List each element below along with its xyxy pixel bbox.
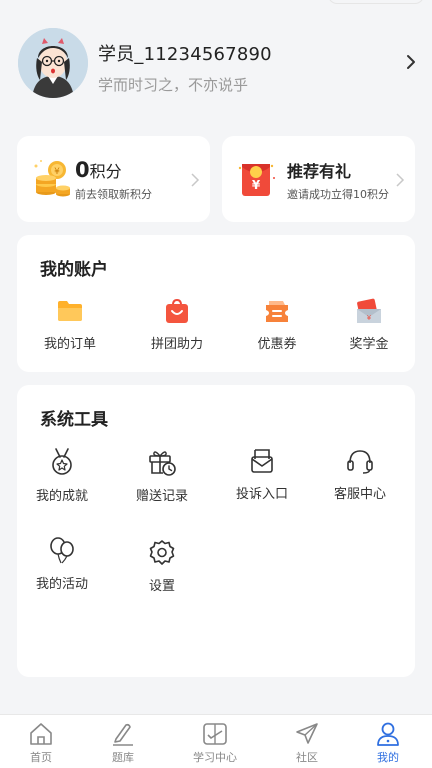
tools-card: 系统工具 我的成就 赠送记录 投诉入口 客服中心 我的活动 设置: [17, 385, 415, 677]
home-icon: [30, 723, 52, 745]
customer-service-label: 客服中心: [333, 487, 386, 502]
group-buy-label: 拼团助力: [150, 337, 203, 352]
invite-subtitle: 邀请成功立得10积分: [287, 188, 389, 201]
scholarship-icon: ¥: [357, 298, 381, 323]
pen-icon: [113, 723, 133, 746]
my-activities-button[interactable]: 我的活动: [17, 535, 107, 592]
coupons-button[interactable]: 优惠券: [232, 297, 322, 352]
coupon-icon: [266, 301, 288, 322]
study-center-icon: [203, 723, 227, 745]
balloon-icon: [50, 537, 74, 564]
tab-mine[interactable]: 我的: [353, 721, 423, 765]
invite-card[interactable]: ¥ 推荐有礼 邀请成功立得10积分: [222, 136, 415, 222]
settings-label: 设置: [148, 579, 175, 594]
points-value: 0: [75, 158, 90, 182]
svg-text:¥: ¥: [367, 314, 372, 322]
points-subtitle: 前去领取新积分: [75, 188, 152, 201]
shopping-bag-icon: [166, 298, 188, 323]
group-buy-button[interactable]: 拼团助力: [132, 297, 222, 352]
chevron-right-icon: [191, 173, 200, 187]
username: 学员_11234567890: [98, 44, 272, 65]
headset-icon: [347, 450, 373, 474]
settings-button[interactable]: 设置: [117, 539, 207, 594]
tools-title: 系统工具: [40, 410, 108, 430]
mail-icon: [251, 449, 273, 473]
medal-icon: [52, 448, 72, 475]
svg-text:¥: ¥: [252, 178, 261, 192]
tab-question-bank-label: 题库: [112, 751, 134, 764]
bottom-tab-bar: 首页 题库 学习中心 社区 我的: [0, 714, 432, 768]
invite-title: 推荐有礼: [287, 162, 352, 181]
gift-records-button[interactable]: 赠送记录: [117, 447, 207, 504]
avatar[interactable]: [18, 28, 88, 98]
gear-icon: [149, 540, 175, 565]
gift-clock-icon: [149, 451, 176, 476]
points-title: 0积分: [75, 158, 122, 182]
my-activities-label: 我的活动: [35, 577, 88, 592]
coins-icon: ¥: [34, 160, 70, 197]
achievements-button[interactable]: 我的成就: [17, 447, 107, 504]
account-card: 我的账户 我的订单 拼团助力 优惠券 ¥ 奖学金: [17, 235, 415, 372]
profile-header[interactable]: 学员_11234567890 学而时习之，不亦说乎: [18, 28, 418, 104]
svg-text:¥: ¥: [54, 167, 60, 177]
paper-plane-icon: [296, 723, 318, 744]
chevron-right-icon: [396, 173, 405, 187]
my-orders-label: 我的订单: [43, 337, 96, 352]
tab-mine-label: 我的: [377, 751, 399, 764]
achievements-label: 我的成就: [35, 489, 88, 504]
complaint-button[interactable]: 投诉入口: [217, 447, 307, 502]
my-orders-button[interactable]: 我的订单: [25, 297, 115, 352]
user-icon: [377, 722, 399, 746]
customer-service-button[interactable]: 客服中心: [315, 447, 405, 502]
points-unit: 积分: [89, 162, 122, 181]
red-envelope-icon: ¥: [238, 164, 275, 196]
gift-records-label: 赠送记录: [135, 489, 188, 504]
tab-community[interactable]: 社区: [272, 721, 342, 765]
tab-home[interactable]: 首页: [6, 721, 76, 765]
account-title: 我的账户: [40, 260, 108, 280]
tab-study-center-label: 学习中心: [193, 751, 237, 764]
scholarship-label: 奖学金: [349, 337, 389, 352]
chevron-right-icon[interactable]: [404, 52, 418, 72]
profile-motto: 学而时习之，不亦说乎: [98, 76, 249, 94]
points-card[interactable]: ¥ 0积分 前去领取新积分: [17, 136, 210, 222]
tab-study-center[interactable]: 学习中心: [180, 721, 250, 765]
tab-home-label: 首页: [30, 751, 52, 764]
complaint-label: 投诉入口: [235, 487, 288, 502]
tab-community-label: 社区: [296, 751, 318, 764]
top-capsule: [328, 0, 424, 4]
tab-question-bank[interactable]: 题库: [88, 721, 158, 765]
coupons-label: 优惠券: [257, 337, 297, 352]
folder-icon: [58, 301, 82, 321]
scholarship-button[interactable]: ¥ 奖学金: [324, 297, 414, 352]
